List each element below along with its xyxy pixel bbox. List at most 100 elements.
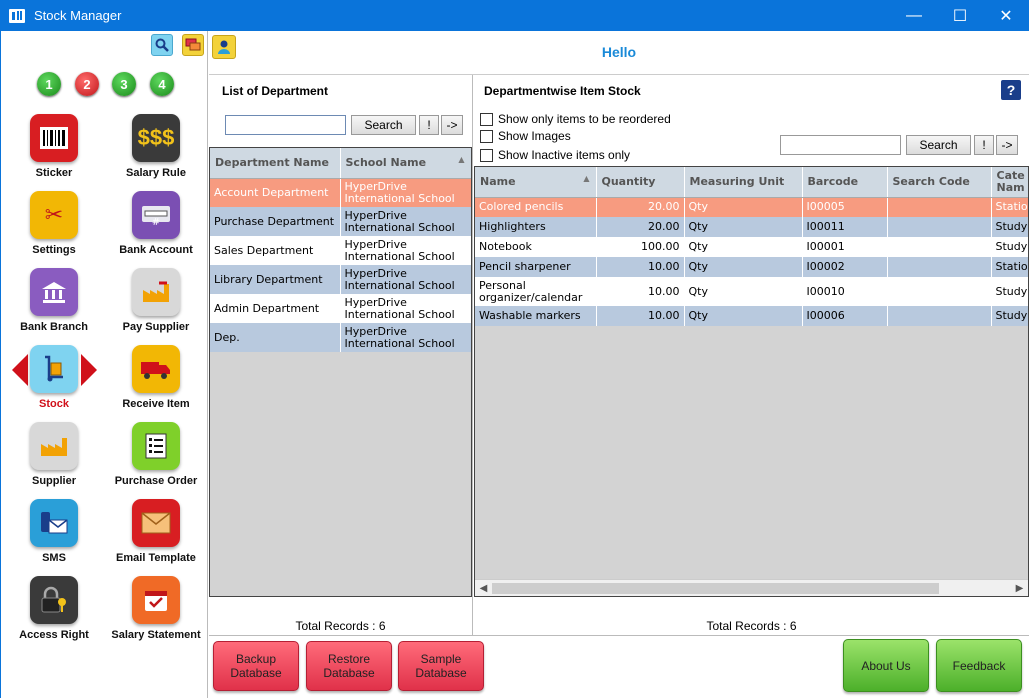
table-row[interactable]: Washable markers 10.00 Qty I00006 Study bbox=[475, 306, 1028, 326]
nav-label-receive-item: Receive Item bbox=[122, 398, 190, 410]
cell-quantity: 10.00 bbox=[596, 306, 685, 326]
nav-bank-account[interactable]: # Bank Account bbox=[106, 191, 206, 268]
restore-database-button[interactable]: Restore Database bbox=[306, 641, 392, 691]
scroll-left-icon[interactable]: ◀ bbox=[475, 580, 492, 596]
stock-panel: Departmentwise Item Stock ? Show only it… bbox=[474, 75, 1029, 635]
table-row[interactable]: Admin Department HyperDrive Internationa… bbox=[210, 294, 471, 323]
nav-settings[interactable]: ✂ Settings bbox=[4, 191, 104, 268]
cell-name: Washable markers bbox=[475, 306, 597, 326]
images-checkbox-row[interactable]: Show Images bbox=[480, 129, 571, 143]
sort-asc-icon: ▲ bbox=[458, 155, 465, 164]
nav-label-salary-rule: Salary Rule bbox=[126, 167, 186, 179]
cell-unit: Qty bbox=[684, 306, 803, 326]
column-search-code[interactable]: Search Code bbox=[887, 167, 992, 198]
cell-quantity: 10.00 bbox=[596, 257, 685, 277]
table-row[interactable]: Sales Department HyperDrive Internationa… bbox=[210, 236, 471, 265]
reorder-checkbox[interactable] bbox=[480, 112, 493, 126]
step-1-button[interactable]: 1 bbox=[37, 72, 61, 96]
close-button[interactable]: ✕ bbox=[983, 0, 1029, 31]
nav-supplier[interactable]: Supplier bbox=[4, 422, 104, 499]
column-barcode[interactable]: Barcode bbox=[802, 167, 888, 198]
nav-salary-statement[interactable]: Salary Statement bbox=[106, 576, 206, 653]
table-row[interactable]: Pencil sharpener 10.00 Qty I00002 Statio bbox=[475, 257, 1028, 277]
calendar-check-icon bbox=[132, 576, 180, 624]
nav-purchase-order[interactable]: Purchase Order bbox=[106, 422, 206, 499]
table-row[interactable]: Colored pencils 20.00 Qty I00005 Statio bbox=[475, 197, 1028, 217]
department-clear-button[interactable]: ! bbox=[419, 115, 439, 135]
images-checkbox[interactable] bbox=[480, 129, 493, 143]
department-title: List of Department bbox=[222, 84, 329, 98]
table-row[interactable]: Personal organizer/calendar 10.00 Qty I0… bbox=[475, 277, 1028, 306]
nav-label-salary-statement: Salary Statement bbox=[111, 629, 201, 641]
nav-sms[interactable]: SMS bbox=[4, 499, 104, 576]
department-search-button[interactable]: Search bbox=[351, 115, 416, 135]
table-row[interactable]: Purchase Department HyperDrive Internati… bbox=[210, 207, 471, 236]
about-us-button[interactable]: About Us bbox=[843, 639, 929, 692]
window-title: Stock Manager bbox=[34, 8, 122, 23]
nav-label-bank-branch: Bank Branch bbox=[20, 321, 88, 333]
money-icon: $$$ bbox=[132, 114, 180, 162]
department-next-button[interactable]: -> bbox=[441, 115, 463, 135]
scrollbar-thumb[interactable] bbox=[492, 583, 939, 594]
cell-search-code bbox=[887, 217, 992, 237]
column-department-name[interactable]: Department Name bbox=[210, 148, 341, 179]
nav-salary-rule[interactable]: $$$ Salary Rule bbox=[106, 114, 206, 191]
nav-label-purchase-order: Purchase Order bbox=[114, 475, 198, 487]
cell-school-name: HyperDrive International School bbox=[340, 178, 471, 207]
phone-envelope-icon bbox=[30, 499, 78, 547]
nav-email-template[interactable]: Email Template bbox=[106, 499, 206, 576]
column-quantity[interactable]: Quantity bbox=[596, 167, 685, 198]
stock-search-input[interactable] bbox=[780, 135, 901, 155]
stock-search-button[interactable]: Search bbox=[906, 135, 971, 155]
cell-name: Pencil sharpener bbox=[475, 257, 597, 277]
cell-barcode: I00006 bbox=[802, 306, 888, 326]
scroll-right-icon[interactable]: ▶ bbox=[1011, 580, 1028, 596]
cell-barcode: I00005 bbox=[802, 197, 888, 217]
step-4-button[interactable]: 4 bbox=[150, 72, 174, 96]
cell-department-name: Library Department bbox=[210, 265, 341, 294]
help-icon[interactable]: ? bbox=[1001, 80, 1021, 100]
cell-school-name: HyperDrive International School bbox=[340, 236, 471, 265]
sample-database-button[interactable]: Sample Database bbox=[398, 641, 484, 691]
table-row[interactable]: Library Department HyperDrive Internatio… bbox=[210, 265, 471, 294]
app-icon bbox=[9, 8, 25, 23]
chat-icon[interactable] bbox=[182, 34, 204, 56]
nav-bank-branch[interactable]: Bank Branch bbox=[4, 268, 104, 345]
horizontal-scrollbar[interactable]: ◀ ▶ bbox=[475, 579, 1028, 596]
nav-sticker[interactable]: Sticker bbox=[4, 114, 104, 191]
cell-barcode: I00002 bbox=[802, 257, 888, 277]
bank-card-icon: # bbox=[132, 191, 180, 239]
nav-stock[interactable]: Stock bbox=[4, 345, 104, 422]
backup-database-button[interactable]: Backup Database bbox=[213, 641, 299, 691]
column-school-name[interactable]: School Name ▲ bbox=[340, 148, 471, 179]
stock-next-button[interactable]: -> bbox=[996, 135, 1018, 155]
table-row[interactable]: Dep. HyperDrive International School bbox=[210, 323, 471, 352]
header: Hello bbox=[209, 31, 1029, 75]
stock-title: Departmentwise Item Stock bbox=[484, 84, 641, 98]
reorder-checkbox-row[interactable]: Show only items to be reordered bbox=[480, 112, 671, 126]
column-measuring-unit[interactable]: Measuring Unit bbox=[684, 167, 803, 198]
step-3-button[interactable]: 3 bbox=[112, 72, 136, 96]
maximize-button[interactable]: ☐ bbox=[937, 0, 983, 31]
department-search-input[interactable] bbox=[225, 115, 346, 135]
cell-quantity: 10.00 bbox=[596, 277, 685, 306]
nav-pay-supplier[interactable]: Pay Supplier bbox=[106, 268, 206, 345]
feedback-button[interactable]: Feedback bbox=[936, 639, 1022, 692]
cell-quantity: 20.00 bbox=[596, 217, 685, 237]
table-row[interactable]: Highlighters 20.00 Qty I00011 Study bbox=[475, 217, 1028, 237]
cell-barcode: I00011 bbox=[802, 217, 888, 237]
cell-unit: Qty bbox=[684, 217, 803, 237]
cell-department-name: Sales Department bbox=[210, 236, 341, 265]
minimize-button[interactable]: — bbox=[891, 0, 937, 31]
column-name[interactable]: Name ▲ bbox=[475, 167, 597, 198]
nav-receive-item[interactable]: Receive Item bbox=[106, 345, 206, 422]
search-icon[interactable] bbox=[151, 34, 173, 56]
step-2-button[interactable]: 2 bbox=[75, 72, 99, 96]
inactive-checkbox-row[interactable]: Show Inactive items only bbox=[480, 148, 630, 162]
table-row[interactable]: Notebook 100.00 Qty I00001 Study bbox=[475, 237, 1028, 257]
stock-clear-button[interactable]: ! bbox=[974, 135, 994, 155]
table-row[interactable]: Account Department HyperDrive Internatio… bbox=[210, 178, 471, 207]
nav-access-right[interactable]: Access Right bbox=[4, 576, 104, 653]
column-category-name[interactable]: Cate Nam bbox=[991, 167, 1028, 198]
inactive-checkbox[interactable] bbox=[480, 148, 493, 162]
